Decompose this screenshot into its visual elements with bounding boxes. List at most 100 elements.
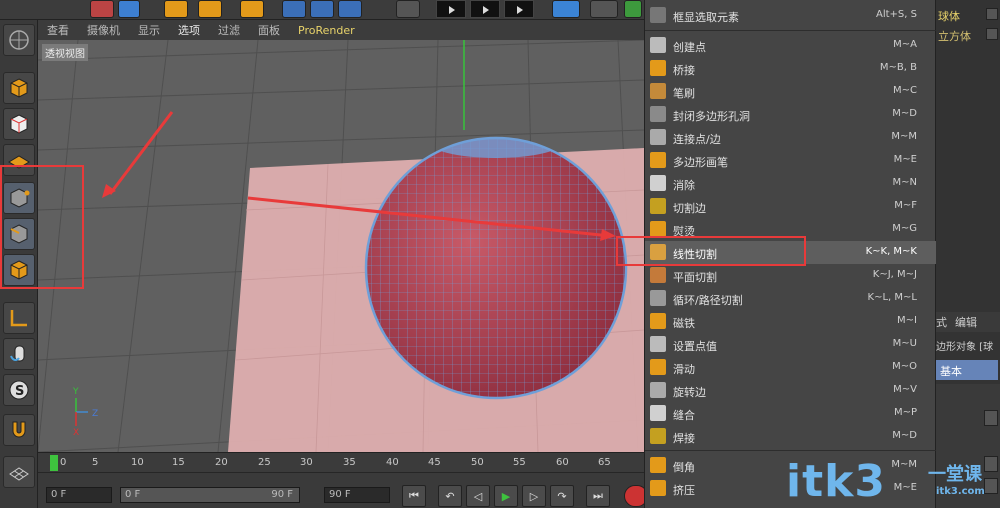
menu-item-connect[interactable]: 连接点/边 M~M — [645, 126, 937, 149]
menu-display[interactable]: 显示 — [129, 22, 169, 38]
menu-item-loop-cut[interactable]: 循环/路径切割 K~L, M~L — [645, 287, 937, 310]
scale-icon[interactable] — [164, 0, 188, 18]
svg-text:S: S — [15, 384, 24, 399]
menu-item-create-point[interactable]: 创建点 M~A — [645, 34, 937, 57]
iron-icon — [650, 221, 666, 237]
model-mode-icon[interactable] — [3, 72, 35, 104]
make-editable-icon[interactable] — [3, 24, 35, 56]
menu-item-bridge[interactable]: 桥接 M~B, B — [645, 57, 937, 80]
attribute-field[interactable] — [984, 456, 998, 472]
timeline-tick: 15 — [172, 457, 185, 468]
range-end: 90 F — [271, 489, 293, 500]
next-key-icon[interactable]: ↷ — [550, 485, 574, 507]
render-picture-viewer-icon[interactable] — [470, 0, 500, 18]
range-slider[interactable]: 0 F 90 F — [120, 487, 300, 503]
annotation-box-line-cut — [616, 236, 806, 266]
bridge-icon — [650, 60, 666, 76]
menu-item-slide[interactable]: 滑动 M~O — [645, 356, 937, 379]
y-axis-lock-icon[interactable] — [310, 0, 334, 18]
play-icon[interactable]: ▶ — [494, 485, 518, 507]
menu-prorender[interactable]: ProRender — [289, 24, 364, 37]
magnet-snap-icon[interactable] — [3, 414, 35, 446]
attr-tab-mode[interactable]: 式 — [936, 314, 947, 330]
attribute-tabs: 式 编辑 — [936, 312, 1000, 332]
extrude-icon — [650, 480, 666, 496]
connect-icon — [650, 129, 666, 145]
go-to-end-icon[interactable]: ⏭ — [586, 485, 610, 507]
set-point-icon — [650, 336, 666, 352]
render-settings-icon[interactable] — [504, 0, 534, 18]
attr-tab-edit[interactable]: 编辑 — [955, 314, 977, 330]
timeline-tick: 55 — [513, 457, 526, 468]
current-frame-field[interactable]: 0 F — [46, 487, 112, 503]
timeline-tick: 10 — [131, 457, 144, 468]
timeline-tick: 45 — [428, 457, 441, 468]
axis-x-label: X — [73, 428, 79, 438]
basic-tab[interactable]: 基本 — [936, 360, 998, 380]
menu-item-magnet[interactable]: 磁铁 M~I — [645, 310, 937, 333]
menu-item-spin-edge[interactable]: 旋转边 M~V — [645, 379, 937, 402]
render-view-icon[interactable] — [436, 0, 466, 18]
visibility-icon[interactable] — [986, 8, 998, 20]
texture-mode-icon[interactable] — [3, 108, 35, 140]
rotate-icon[interactable] — [198, 0, 222, 18]
menu-panel[interactable]: 面板 — [249, 22, 289, 38]
menu-item-plane-cut[interactable]: 平面切割 K~J, M~J — [645, 264, 937, 287]
perspective-viewport[interactable]: Y Z X 透视视图 — [38, 40, 644, 452]
watermark-logo: itk3 — [786, 456, 886, 507]
timeline-tick: 0 — [60, 457, 67, 468]
menu-item-dissolve[interactable]: 消除 M~N — [645, 172, 937, 195]
go-to-start-icon[interactable]: ⏮ — [402, 485, 426, 507]
previous-frame-icon[interactable]: ◁ — [466, 485, 490, 507]
cinema4d-window: S 查看 摄像机 显示 选项 过滤 面板 ProRender Y Z X 透视视… — [0, 0, 1000, 508]
next-frame-icon[interactable]: ▷ — [522, 485, 546, 507]
timeline-tick: 5 — [92, 457, 99, 468]
menu-item-polygon-pen[interactable]: 多边形画笔 M~E — [645, 149, 937, 172]
menu-item-edge-cut[interactable]: 切割边 M~F — [645, 195, 937, 218]
menu-item-set-point-value[interactable]: 设置点值 M~U — [645, 333, 937, 356]
z-axis-lock-icon[interactable] — [338, 0, 362, 18]
close-hole-icon — [650, 106, 666, 122]
menu-item-frame-selected[interactable]: 框显选取元素 Alt+S, S — [645, 4, 937, 27]
create-point-icon — [650, 37, 666, 53]
watermark-suffix: 一堂课 — [928, 464, 982, 485]
tweak-mode-icon[interactable] — [3, 338, 35, 370]
menu-filter[interactable]: 过滤 — [209, 22, 249, 38]
slide-icon — [650, 359, 666, 375]
menu-camera[interactable]: 摄像机 — [78, 22, 129, 38]
x-axis-lock-icon[interactable] — [282, 0, 306, 18]
previous-key-icon[interactable]: ↶ — [438, 485, 462, 507]
annotation-box-modes — [0, 165, 84, 289]
attribute-field[interactable] — [984, 478, 998, 494]
brush-icon — [650, 83, 666, 99]
object-manager-panel: 球体 立方体 式 编辑 边形对象 [球 基本 — [936, 0, 1000, 508]
snap-icon[interactable]: S — [3, 374, 35, 406]
nurbs-icon[interactable] — [624, 0, 642, 18]
axis-y-label: Y — [72, 387, 79, 397]
menu-item-close-hole[interactable]: 封闭多边形孔洞 M~D — [645, 103, 937, 126]
frame-select-icon — [650, 7, 666, 23]
viewport-label: 透视视图 — [42, 44, 88, 61]
cube-primitive-icon[interactable] — [552, 0, 580, 18]
dissolve-icon — [650, 175, 666, 191]
timeline-tick: 20 — [215, 457, 228, 468]
viewport-menubar: 查看 摄像机 显示 选项 过滤 面板 ProRender — [38, 20, 644, 40]
annotation-arrow-left — [108, 111, 174, 195]
attribute-field[interactable] — [984, 410, 998, 426]
recent-tool-icon[interactable] — [240, 0, 264, 18]
move-icon[interactable] — [118, 0, 140, 18]
menu-item-weld[interactable]: 焊接 M~D — [645, 425, 937, 448]
timeline-ruler[interactable]: 0 5 10 15 20 25 30 35 40 45 50 55 60 65 — [38, 452, 644, 472]
max-frame-field[interactable]: 90 F — [324, 487, 390, 503]
menu-view[interactable]: 查看 — [38, 22, 78, 38]
menu-item-brush[interactable]: 笔刷 M~C — [645, 80, 937, 103]
menu-item-stitch[interactable]: 缝合 M~P — [645, 402, 937, 425]
grid-lock-icon[interactable] — [3, 456, 35, 488]
playhead[interactable] — [50, 455, 58, 471]
visibility-icon[interactable] — [986, 28, 998, 40]
spline-pen-icon[interactable] — [590, 0, 618, 18]
undo-icon[interactable] — [90, 0, 114, 18]
coordinate-system-icon[interactable] — [396, 0, 420, 18]
menu-options[interactable]: 选项 — [169, 22, 209, 38]
axis-mode-icon[interactable] — [3, 302, 35, 334]
